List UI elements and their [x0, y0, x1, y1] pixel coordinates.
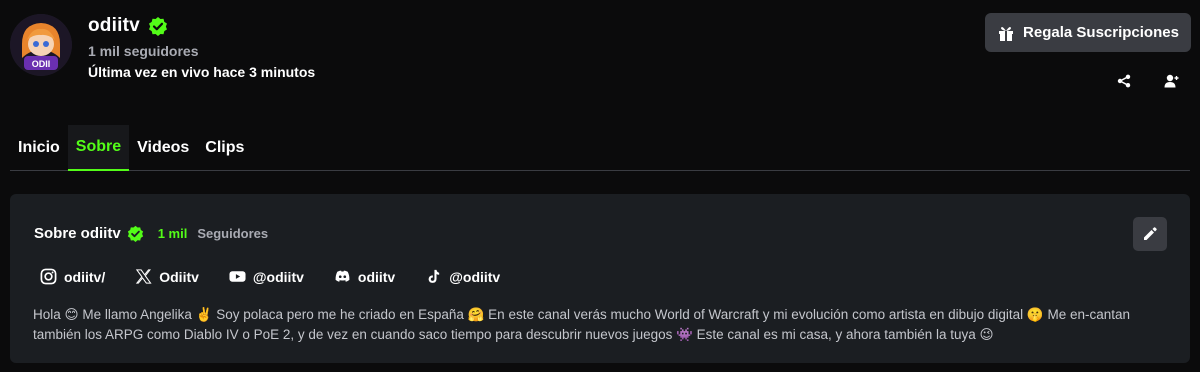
channel-name-row: odiitv — [88, 15, 168, 37]
channel-name: odiitv — [88, 15, 140, 36]
tiktok-icon — [428, 269, 440, 283]
social-link-instagram[interactable]: odiitv/ — [40, 268, 105, 285]
discord-icon — [335, 270, 350, 282]
about-followers-count: 1 mil — [157, 226, 188, 241]
youtube-icon — [229, 271, 246, 282]
tab-inicio[interactable]: Inicio — [10, 125, 68, 170]
channel-page: ODII odiitv 1 mil seguidores Última vez … — [0, 0, 1200, 372]
gift-subscriptions-button[interactable]: Regala Suscripciones — [985, 13, 1191, 52]
about-followers-label: Seguidores — [197, 226, 269, 241]
tab-clips[interactable]: Clips — [197, 125, 252, 170]
about-title: Sobre odiitv — [34, 225, 121, 242]
x-handle: Odiitv — [159, 268, 199, 285]
follow-button[interactable] — [1160, 70, 1184, 92]
about-card: Sobre odiitv 1 mil Seguidores odiitv/ Od… — [10, 194, 1190, 363]
edit-about-button[interactable] — [1133, 217, 1167, 251]
avatar[interactable]: ODII — [10, 14, 72, 76]
user-follow-icon — [1164, 74, 1179, 88]
last-live-status: Última vez en vivo hace 3 minutos — [88, 64, 316, 80]
social-link-youtube[interactable]: @odiitv — [229, 268, 304, 285]
social-link-tiktok[interactable]: @odiitv — [425, 268, 500, 285]
instagram-icon — [40, 268, 57, 285]
social-links: odiitv/ Odiitv @odiitv odiitv @odiitv — [40, 268, 530, 285]
about-header: Sobre odiitv 1 mil Seguidores — [34, 225, 268, 242]
avatar-logo-text: ODII — [32, 59, 51, 69]
x-icon — [136, 269, 152, 284]
tab-sobre[interactable]: Sobre — [67, 125, 130, 171]
gift-icon — [997, 24, 1015, 42]
verified-badge-icon — [127, 225, 144, 242]
social-link-x[interactable]: Odiitv — [135, 268, 199, 285]
gift-subscriptions-label: Regala Suscripciones — [1023, 24, 1179, 41]
share-icon — [1117, 74, 1131, 88]
verified-badge-icon — [148, 16, 168, 36]
instagram-handle: odiitv/ — [64, 268, 106, 285]
about-bio-text: Hola 😊 Me llamo Angelika ✌️ Soy polaca p… — [33, 307, 1131, 342]
youtube-handle: @odiitv — [252, 268, 304, 285]
social-link-discord[interactable]: odiitv — [334, 268, 395, 285]
tab-videos[interactable]: Videos — [129, 125, 197, 170]
followers-count: 1 mil seguidores — [88, 43, 199, 59]
channel-tabs: Inicio Sobre Videos Clips — [10, 125, 1190, 171]
pencil-icon — [1144, 227, 1157, 240]
discord-handle: odiitv — [357, 268, 396, 285]
tiktok-handle: @odiitv — [449, 268, 501, 285]
share-button[interactable] — [1113, 70, 1135, 92]
